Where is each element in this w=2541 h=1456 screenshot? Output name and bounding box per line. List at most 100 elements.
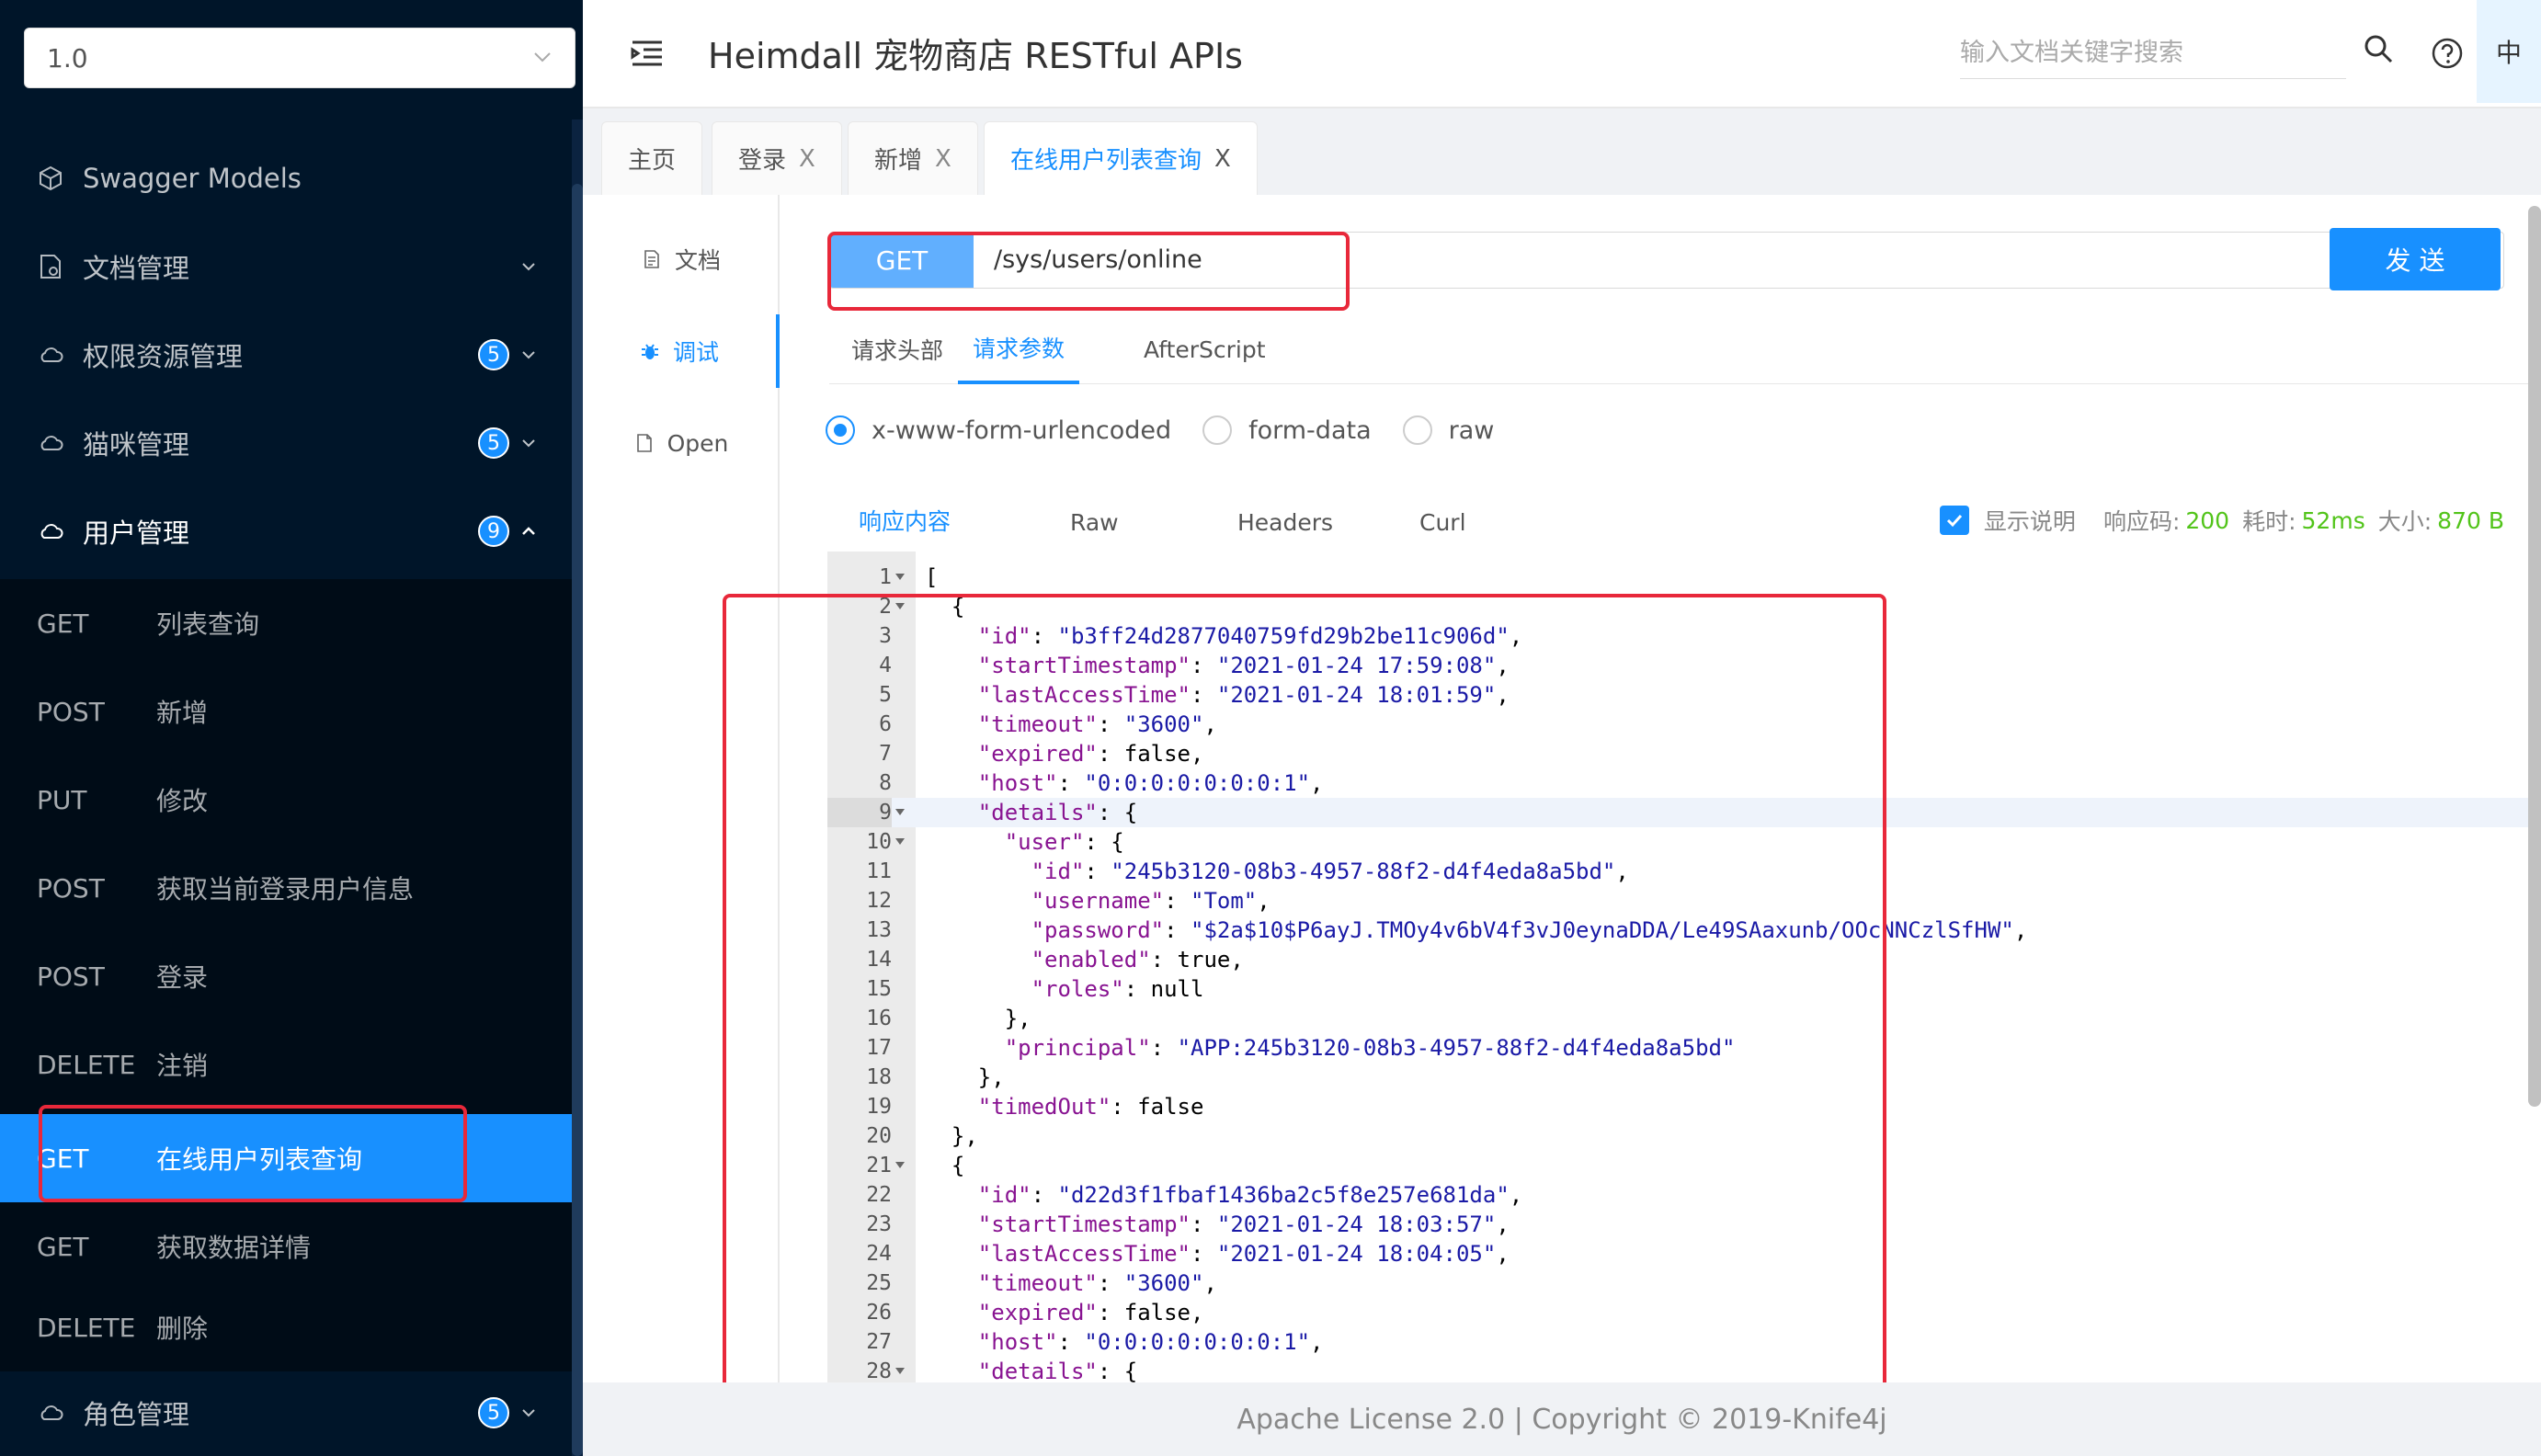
fold-arrow-icon[interactable] xyxy=(895,574,905,581)
radio-urlencoded[interactable]: x-www-form-urlencoded xyxy=(826,415,1171,445)
chevron-down-icon xyxy=(522,263,535,271)
api-method: POST xyxy=(37,872,105,904)
code-text: "password": "$2a$10$P6ayJ.TMOy4v6bV4f3vJ… xyxy=(1031,917,2028,943)
fold-arrow-icon[interactable] xyxy=(895,1162,905,1169)
close-icon[interactable]: X xyxy=(1214,145,1231,173)
language-toggle[interactable]: 中 xyxy=(2477,0,2541,103)
api-item[interactable]: POST 获取当前登录用户信息 xyxy=(0,844,572,932)
document-gear-icon xyxy=(40,255,61,279)
sidebar-item-doc-management[interactable]: 文档管理 xyxy=(0,222,572,311)
search-input[interactable] xyxy=(1960,28,2346,79)
tab-home[interactable]: 主页 xyxy=(601,121,703,195)
tab-response-content[interactable]: 响应内容 xyxy=(829,487,981,557)
request-tabs: 请求头部 请求参数 AfterScript xyxy=(829,314,2541,384)
side-nav-open[interactable]: Open xyxy=(583,406,780,480)
code-line: 18 }, xyxy=(827,1063,2541,1092)
code-text: "details": { xyxy=(977,800,1138,825)
cloud-icon xyxy=(40,436,63,450)
cloud-icon xyxy=(40,524,63,539)
tab-response-raw[interactable]: Raw xyxy=(1070,487,1119,557)
api-item[interactable]: POST 新增 xyxy=(0,667,572,756)
api-item[interactable]: GET 列表查询 xyxy=(0,579,572,667)
tab-request-headers[interactable]: 请求头部 xyxy=(851,314,943,384)
code-line: 2 { xyxy=(827,592,2541,621)
line-number: 23 xyxy=(866,1212,892,1236)
code-line: 12 "username": "Tom", xyxy=(827,886,2541,916)
fold-arrow-icon[interactable] xyxy=(895,1368,905,1375)
code-text: "host": "0:0:0:0:0:0:0:1", xyxy=(977,770,1324,796)
version-value: 1.0 xyxy=(47,42,88,74)
side-nav-debug[interactable]: 调试 xyxy=(583,314,780,388)
tab-response-curl[interactable]: Curl xyxy=(1419,487,1466,557)
api-item[interactable]: PUT 修改 xyxy=(0,756,572,844)
radio-raw[interactable]: raw xyxy=(1402,415,1494,445)
help-icon[interactable] xyxy=(2431,37,2464,70)
close-icon[interactable]: X xyxy=(799,145,815,173)
api-method: POST xyxy=(37,696,105,727)
response-editor[interactable]: 1[2 {3 "id": "b3ff24d2877040759fd29b2be1… xyxy=(827,552,2541,1382)
tab-add[interactable]: 新增 X xyxy=(848,121,978,195)
api-name: 获取数据详情 xyxy=(156,1233,312,1263)
line-number: 17 xyxy=(866,1036,892,1060)
tab-afterscript[interactable]: AfterScript xyxy=(1144,314,1266,384)
sidebar-item-swagger-models[interactable]: Swagger Models xyxy=(0,134,572,222)
response-code: 200 xyxy=(2185,506,2230,534)
tab-online-users[interactable]: 在线用户列表查询 X xyxy=(984,121,1258,195)
api-item-online-users[interactable]: GET 在线用户列表查询 xyxy=(0,1114,572,1202)
version-select[interactable]: 1.0 xyxy=(24,28,575,88)
menu-fold-icon[interactable] xyxy=(629,35,666,72)
tab-label: 登录 xyxy=(738,147,787,175)
response-tabs: 响应内容 Raw Headers Curl 显示说明 响应码: 200 耗时: … xyxy=(829,487,2541,557)
api-item[interactable]: GET 获取数据详情 xyxy=(0,1202,572,1291)
line-number: 14 xyxy=(866,948,892,972)
fold-arrow-icon[interactable] xyxy=(895,838,905,846)
footer: Apache License 2.0 | Copyright © 2019-Kn… xyxy=(583,1382,2541,1456)
close-icon[interactable]: X xyxy=(935,145,951,173)
side-nav-label: 调试 xyxy=(672,339,719,366)
fold-arrow-icon[interactable] xyxy=(895,603,905,610)
search-icon[interactable] xyxy=(2363,33,2394,64)
code-line: 21 { xyxy=(827,1151,2541,1180)
sidebar-item-role-management[interactable]: 角色管理 5 xyxy=(0,1370,572,1456)
sidebar-scrollbar[interactable] xyxy=(572,184,583,1456)
code-line: 27 "host": "0:0:0:0:0:0:0:1", xyxy=(827,1327,2541,1357)
api-name: 修改 xyxy=(156,786,209,816)
tab-request-params[interactable]: 请求参数 xyxy=(958,314,1080,384)
side-nav-label: Open xyxy=(667,429,729,457)
api-method: GET xyxy=(37,1143,89,1174)
tab-response-headers[interactable]: Headers xyxy=(1237,487,1333,557)
radio-form-data[interactable]: form-data xyxy=(1202,415,1372,445)
line-number: 25 xyxy=(866,1271,892,1295)
line-number: 7 xyxy=(879,742,892,766)
fold-arrow-icon[interactable] xyxy=(895,809,905,816)
sidebar-item-cat[interactable]: 猫咪管理 5 xyxy=(0,399,572,487)
sidebar-item-permission[interactable]: 权限资源管理 5 xyxy=(0,311,572,399)
api-item[interactable]: DELETE 注销 xyxy=(0,1020,572,1109)
line-number: 16 xyxy=(866,1007,892,1030)
tab-label: 新增 xyxy=(874,147,923,175)
code-line: 19 "timedOut": false xyxy=(827,1092,2541,1121)
code-text: { xyxy=(925,1153,965,1178)
editor-scrollbar[interactable] xyxy=(2528,206,2541,1107)
api-item[interactable]: DELETE 删除 xyxy=(0,1283,572,1371)
request-method[interactable]: GET xyxy=(830,233,974,288)
code-line: 10 "user": { xyxy=(827,827,2541,857)
code-text: "timedOut": false xyxy=(977,1094,1204,1120)
code-text: [ xyxy=(925,564,939,590)
request-url[interactable]: /sys/users/online xyxy=(994,245,1202,274)
cloud-icon xyxy=(40,1405,63,1420)
tab-login[interactable]: 登录 X xyxy=(712,121,842,195)
api-name: 删除 xyxy=(156,1314,209,1344)
line-number: 12 xyxy=(866,889,892,913)
api-item[interactable]: POST 登录 xyxy=(0,932,572,1020)
send-button[interactable]: 发 送 xyxy=(2330,228,2501,290)
response-info: 显示说明 响应码: 200 耗时: 52ms 大小: 870 B xyxy=(1939,504,2504,537)
count-badge: 5 xyxy=(478,339,509,370)
sidebar: 1.0 Swagger Models 文档管理 权限资源管理 5 猫咪管理 5 … xyxy=(0,0,583,1456)
user-api-list: GET 列表查询 POST 新增 PUT 修改 POST 获取当前登录用户信息 POST… xyxy=(0,579,572,1371)
line-number: 8 xyxy=(879,771,892,795)
side-nav-doc[interactable]: 文档 xyxy=(583,222,780,296)
sidebar-item-user-management[interactable]: 用户管理 9 xyxy=(0,487,572,575)
sidebar-item-label: 文档管理 xyxy=(83,253,190,284)
show-desc-checkbox[interactable] xyxy=(1939,506,1969,535)
